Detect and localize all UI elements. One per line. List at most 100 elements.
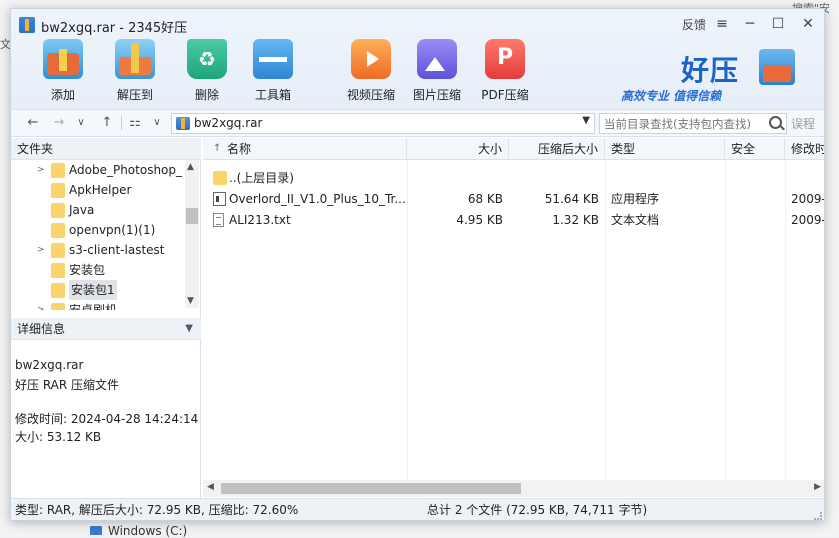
file-modified: 2009- xyxy=(791,192,825,206)
delete-button[interactable]: 删除 xyxy=(177,39,237,103)
address-path: bw2xgq.rar xyxy=(194,116,263,130)
tree-item-label: s3-client-lastest xyxy=(69,243,165,257)
tree-item[interactable]: Java xyxy=(11,200,185,220)
details-title: 详细信息 xyxy=(17,322,66,336)
delete-label: 删除 xyxy=(194,88,219,102)
feedback-button[interactable]: 反馈 xyxy=(679,13,709,35)
image-compress-label: 图片压缩 xyxy=(412,88,461,102)
video-compress-label: 视频压缩 xyxy=(346,88,395,102)
file-name: ..(上层目录) xyxy=(229,171,294,185)
menu-icon[interactable]: ≡ xyxy=(711,13,733,35)
collapse-icon[interactable]: ▼ xyxy=(185,318,193,340)
tree-item-selected[interactable]: 安装包1 xyxy=(11,280,185,300)
folder-icon xyxy=(51,163,65,178)
window-title: bw2xgq.rar - 2345好压 xyxy=(41,21,188,36)
app-logo-icon xyxy=(19,17,35,33)
details-header[interactable]: 详细信息 ▼ xyxy=(11,318,201,340)
file-size: 4.95 KB xyxy=(456,213,503,227)
nav-divider xyxy=(121,116,122,130)
scroll-up-icon[interactable]: ▲ xyxy=(187,162,194,172)
folder-icon xyxy=(51,303,65,310)
pdf-compress-button[interactable]: PDF压缩 xyxy=(475,39,535,103)
scroll-left-icon[interactable]: ◀ xyxy=(207,482,214,492)
pdf-compress-label: PDF压缩 xyxy=(481,88,529,102)
tree-item-label: Adobe_Photoshop_ xyxy=(69,163,183,177)
file-name: Overlord_II_V1.0_Plus_10_Tr... xyxy=(229,192,405,206)
toolbox-label: 工具箱 xyxy=(254,88,291,102)
expand-arrow-icon[interactable]: > xyxy=(37,160,47,180)
tree-item-label: openvpn(1)(1) xyxy=(69,223,156,237)
left-pane: 文件夹 > Adobe_Photoshop_ ApkHelper Java op… xyxy=(11,138,201,498)
pdf-icon xyxy=(485,39,525,79)
address-bar[interactable]: bw2xgq.rar ▼ xyxy=(171,113,595,134)
scrollbar-thumb[interactable] xyxy=(221,483,521,494)
extract-to-button[interactable]: 解压到 xyxy=(105,39,165,103)
expand-arrow-icon[interactable]: > xyxy=(37,240,47,260)
tree-item[interactable]: 安装包 xyxy=(11,260,185,280)
tree-item[interactable]: > 安卓刷机 xyxy=(11,300,185,310)
minimize-icon[interactable]: ─ xyxy=(739,13,761,35)
tree-scrollbar[interactable]: ▲ ▼ xyxy=(185,160,199,308)
brand-name: 好压 xyxy=(681,54,740,87)
folder-icon xyxy=(51,283,65,298)
history-dropdown-icon[interactable]: ∨ xyxy=(71,113,91,133)
column-header-modified[interactable]: 修改时 xyxy=(785,138,824,160)
status-bar: 类型: RAR, 解压后大小: 72.95 KB, 压缩比: 72.60% 总计… xyxy=(11,498,824,520)
folder-icon xyxy=(51,263,65,278)
search-input[interactable] xyxy=(600,114,766,133)
scrollbar-thumb[interactable] xyxy=(186,208,198,224)
resize-grip-icon[interactable] xyxy=(814,512,822,520)
tree-item[interactable]: > Adobe_Photoshop_ xyxy=(11,160,185,180)
file-packed-size xyxy=(509,168,599,189)
horizontal-scrollbar[interactable]: ◀ ▶ xyxy=(203,480,824,497)
column-header-packed-size[interactable]: 压缩后大小 xyxy=(509,138,605,160)
column-header-name[interactable]: ↑ 名称 xyxy=(203,138,407,160)
toolbox-button[interactable]: 工具箱 xyxy=(243,39,303,103)
back-arrow-icon[interactable]: ← xyxy=(23,113,43,133)
address-dropdown-icon[interactable]: ▼ xyxy=(582,115,590,126)
file-type xyxy=(611,168,721,189)
search-box[interactable] xyxy=(599,113,787,134)
expand-arrow-icon[interactable]: > xyxy=(37,300,47,310)
add-label: 添加 xyxy=(50,88,75,102)
column-header-size[interactable]: 大小 xyxy=(407,138,509,160)
view-mode-icon[interactable]: ⚏ xyxy=(125,113,145,133)
tree-item-label: ApkHelper xyxy=(69,183,132,197)
maximize-icon[interactable]: ☐ xyxy=(767,13,789,35)
toolbox-icon xyxy=(253,39,293,79)
file-modified xyxy=(791,168,824,189)
forward-arrow-icon[interactable]: → xyxy=(49,113,69,133)
tree-item-label: Java xyxy=(69,203,95,217)
application-icon xyxy=(213,192,226,206)
sort-ascending-icon: ↑ xyxy=(213,143,222,154)
close-icon[interactable]: ✕ xyxy=(797,13,819,35)
tree-item[interactable]: > s3-client-lastest xyxy=(11,240,185,260)
column-header-security[interactable]: 安全 xyxy=(725,138,785,160)
detail-modified: 修改时间: 2024-04-28 14:24:14 xyxy=(15,412,199,426)
up-folder-icon[interactable]: ↑ xyxy=(97,113,117,133)
file-row[interactable]: Overlord_II_V1.0_Plus_10_Tr... 68 KB 51.… xyxy=(203,189,825,210)
background-drive-label[interactable]: Windows (C:) xyxy=(108,524,187,538)
video-compress-button[interactable]: 视频压缩 xyxy=(341,39,401,103)
file-type: 应用程序 xyxy=(611,192,660,206)
file-row-parent[interactable]: ..(上层目录) xyxy=(203,168,824,189)
scroll-right-icon[interactable]: ▶ xyxy=(814,482,821,492)
add-button[interactable]: 添加 xyxy=(33,39,93,103)
image-compress-button[interactable]: 图片压缩 xyxy=(407,39,467,103)
column-name-label: 名称 xyxy=(227,142,252,156)
scroll-down-icon[interactable]: ▼ xyxy=(187,296,194,306)
rar-archive-icon xyxy=(176,117,190,130)
tree-item[interactable]: ApkHelper xyxy=(11,180,185,200)
file-security xyxy=(731,189,781,210)
tree-item-label: 安卓刷机 xyxy=(69,303,118,310)
detail-size: 大小: 53.12 KB xyxy=(15,430,102,444)
file-row[interactable]: ALI213.txt 4.95 KB 1.32 KB 文本文档 2009- xyxy=(203,210,825,231)
search-icon[interactable] xyxy=(769,116,782,129)
detail-filetype: 好压 RAR 压缩文件 xyxy=(15,378,120,392)
search-mode-button[interactable]: 误程 xyxy=(791,115,815,132)
tree-item[interactable]: openvpn(1)(1) xyxy=(11,220,185,240)
file-modified: 2009- xyxy=(791,213,825,227)
column-header-type[interactable]: 类型 xyxy=(605,138,725,160)
view-dropdown-icon[interactable]: ∨ xyxy=(147,113,167,133)
file-packed-size: 51.64 KB xyxy=(544,192,599,206)
